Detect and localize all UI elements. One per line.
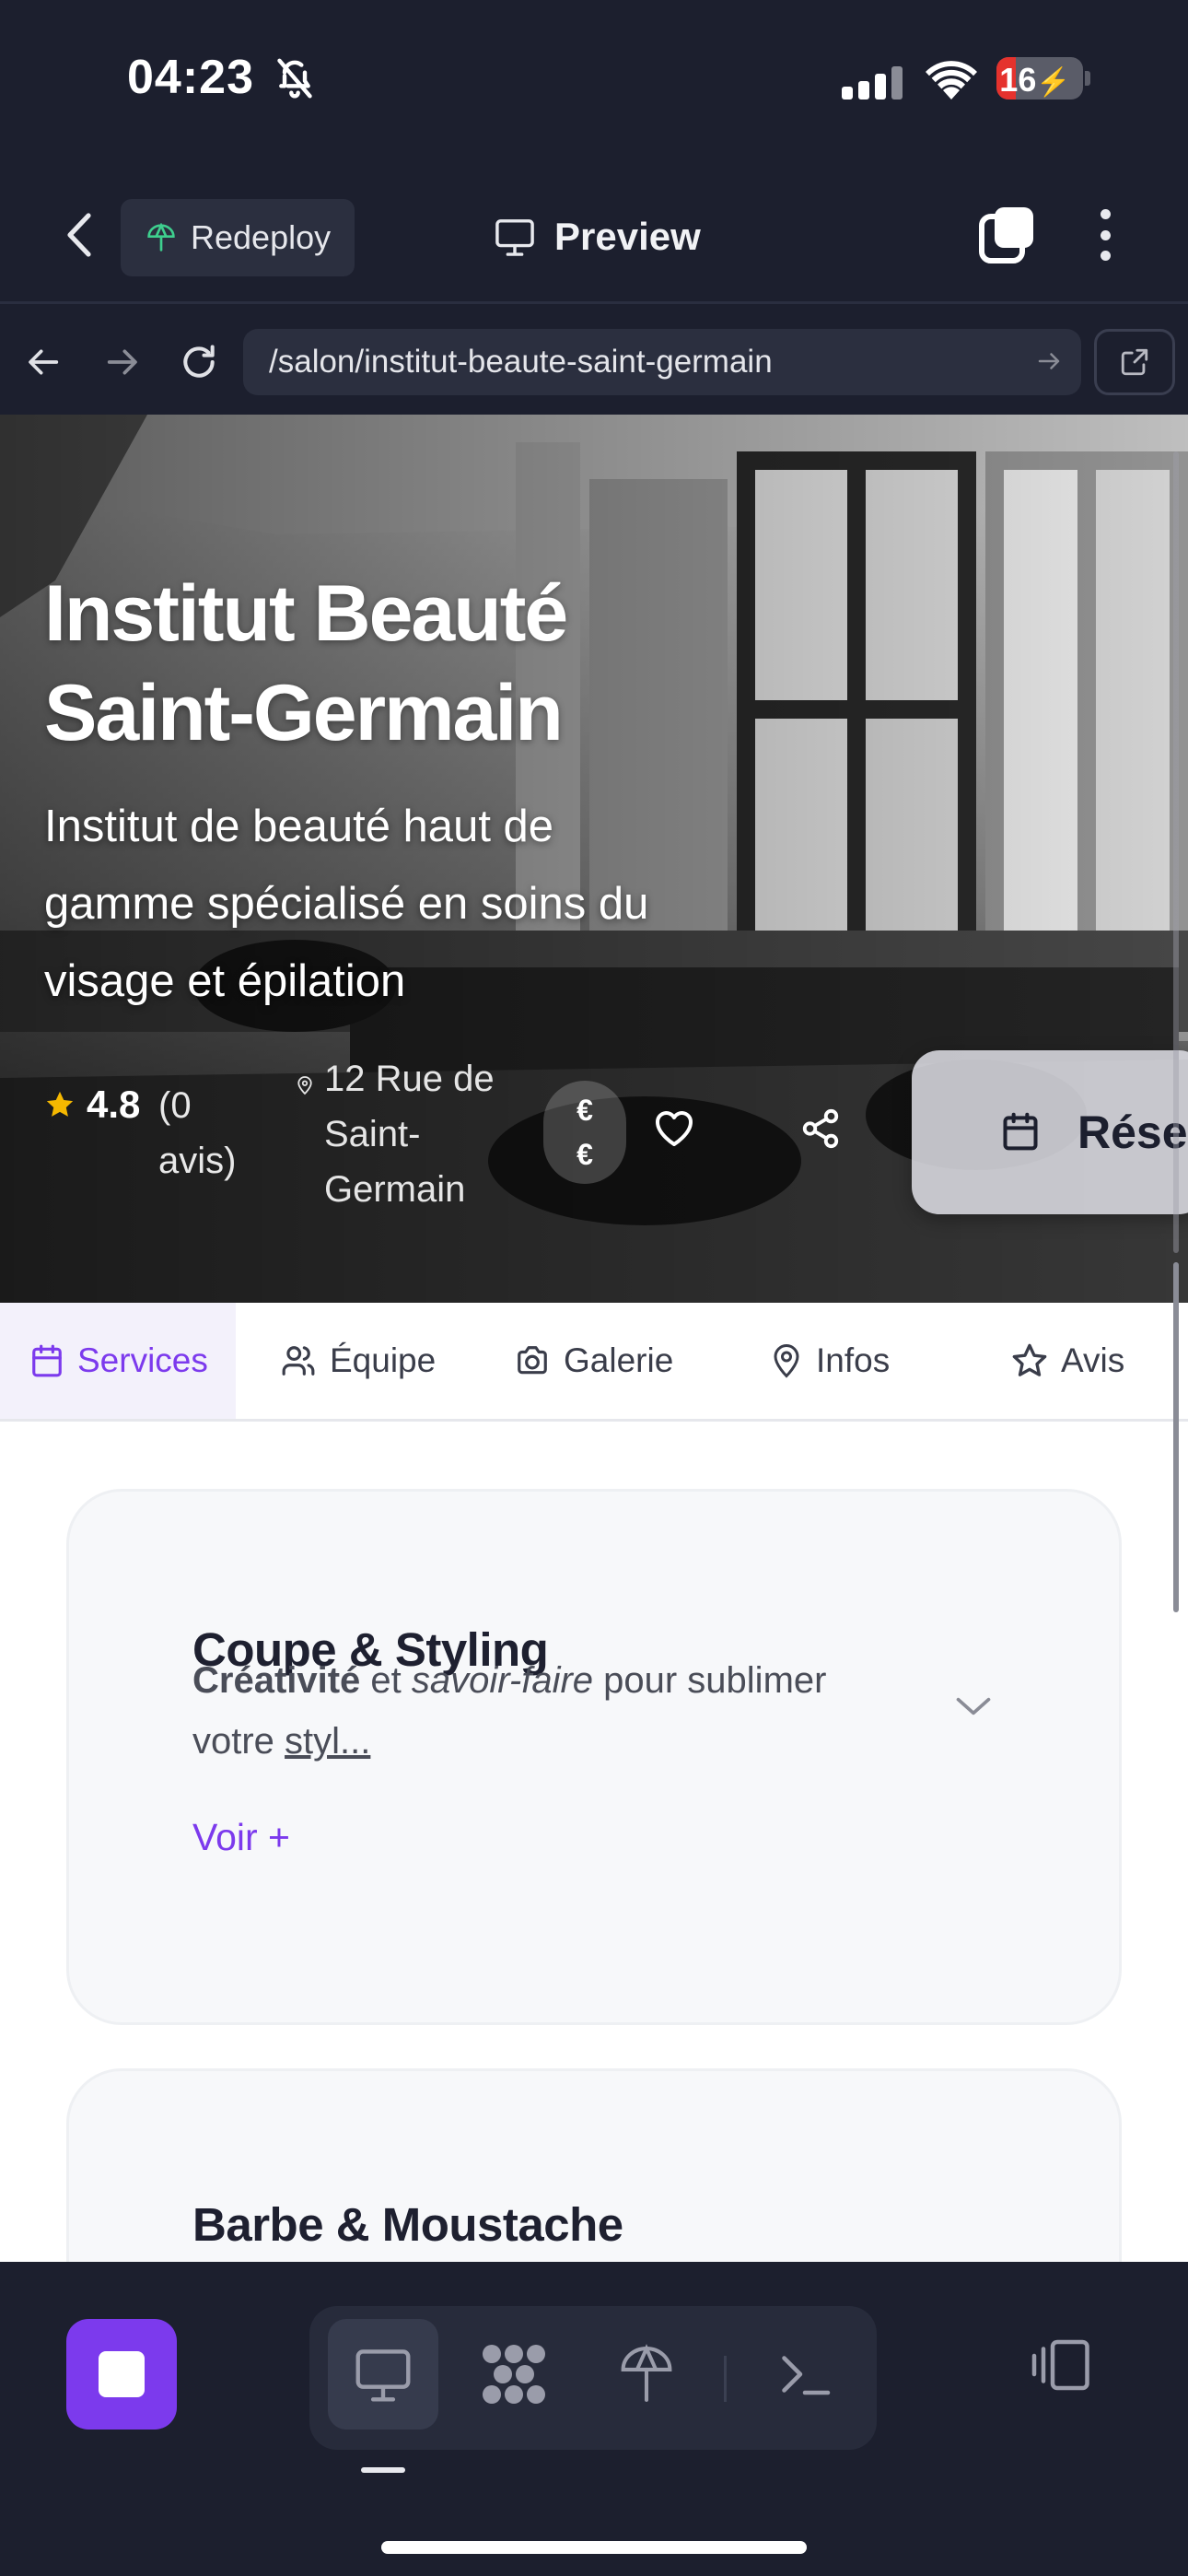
tab-label: Services (77, 1341, 208, 1379)
tab-services[interactable]: Services (0, 1303, 236, 1419)
charging-bolt-icon: ⚡ (1036, 67, 1071, 98)
browser-back-icon[interactable] (17, 334, 72, 390)
chevron-down-icon[interactable] (953, 1694, 994, 1718)
external-link-icon (1119, 346, 1150, 378)
tab-label: Infos (816, 1341, 891, 1379)
deploy-tool-button[interactable] (591, 2319, 702, 2430)
tool-switcher (309, 2306, 877, 2450)
preview-tool-button[interactable] (328, 2319, 438, 2430)
salon-description: Institut de beauté haut de gamme spécial… (44, 802, 649, 1006)
battery-percentage: 16 (999, 61, 1037, 99)
price-level-badge: € € (543, 1081, 626, 1184)
monitor-icon (494, 217, 536, 256)
battery-icon: 16⚡ (996, 57, 1083, 100)
go-arrow-icon[interactable] (1035, 347, 1063, 375)
tabs-switcher-button[interactable] (978, 205, 1037, 264)
rating-value: 4.8 (87, 1083, 141, 1126)
reload-icon[interactable] (171, 334, 227, 390)
see-more-link[interactable]: Voir + (192, 1816, 290, 1859)
home-indicator[interactable] (381, 2541, 807, 2554)
toolbar-divider (724, 2356, 727, 2402)
users-icon (280, 1343, 317, 1378)
hero-section: Institut Beauté Saint-Germain Institut d… (0, 415, 1188, 1303)
book-appointment-button[interactable]: Réserver (912, 1050, 1188, 1214)
desc-text: et (360, 1660, 412, 1701)
map-pin-icon (770, 1342, 803, 1379)
tab-label: Galerie (564, 1341, 674, 1379)
tab-gallery[interactable]: Galerie (514, 1303, 673, 1419)
share-button[interactable] (799, 1107, 842, 1150)
rating: 4.8 (44, 1083, 140, 1127)
browser-forward-icon[interactable] (94, 334, 149, 390)
redeploy-button[interactable]: Redeploy (121, 199, 355, 276)
salon-tab-bar: Services Équipe Galerie Infos Avis (0, 1303, 1188, 1422)
integrations-tool-button[interactable] (459, 2319, 569, 2430)
star-icon (44, 1089, 76, 1120)
app-header: Redeploy Preview (0, 161, 1188, 304)
book-label: Réserver (1077, 1107, 1188, 1158)
review-count[interactable]: (0 avis) (158, 1078, 260, 1188)
service-category-card[interactable]: Coupe & Styling Créativité et savoir-fai… (66, 1489, 1122, 2025)
status-bar: 04:23 16⚡ (0, 0, 1188, 161)
cellular-signal-icon (842, 64, 906, 101)
preview-label: Preview (554, 215, 701, 258)
puzzle-grid-icon (479, 2341, 549, 2407)
heart-icon (652, 1107, 696, 1148)
url-field[interactable]: /salon/institut-beaute-saint-germain (243, 329, 1081, 395)
hero-scroll-indicator (1173, 451, 1179, 1253)
category-title: Barbe & Moustache (192, 2198, 623, 2251)
service-category-card[interactable]: Barbe & Moustache (66, 2068, 1122, 2262)
bell-off-icon (274, 57, 315, 101)
favorite-button[interactable] (652, 1107, 696, 1148)
status-time: 04:23 (127, 51, 254, 104)
bottom-toolbar (0, 2262, 1188, 2576)
salon-title: Institut Beauté Saint-Germain (44, 569, 568, 757)
back-button[interactable] (57, 207, 103, 263)
share-icon (799, 1107, 842, 1150)
monitor-icon (353, 2347, 413, 2402)
tab-label: Avis (1061, 1341, 1125, 1379)
star-outline-icon (1011, 1342, 1048, 1379)
more-options-icon[interactable] (1087, 205, 1124, 264)
umbrella-icon (618, 2344, 675, 2405)
preview-toggle[interactable]: Preview (494, 207, 701, 266)
camera-icon (514, 1343, 551, 1378)
wifi-icon (924, 59, 979, 101)
url-text: /salon/institut-beaute-saint-germain (269, 344, 773, 380)
desc-underline: styl... (285, 1721, 371, 1762)
webview: Institut Beauté Saint-Germain Institut d… (0, 415, 1188, 2262)
tab-reviews[interactable]: Avis (1011, 1303, 1124, 1419)
price-symbol: € (577, 1094, 593, 1127)
active-tool-indicator (361, 2467, 405, 2473)
price-symbol: € (577, 1138, 593, 1171)
calendar-icon (1000, 1111, 1041, 1153)
umbrella-icon (146, 223, 176, 252)
page-scrollbar[interactable] (1173, 1262, 1179, 1612)
terminal-icon (777, 2351, 833, 2397)
address[interactable]: 12 Rue de Saint-Germain (297, 1051, 508, 1217)
category-description: Créativité et savoir-faire pour sublimer… (192, 1650, 892, 1772)
stop-button[interactable] (66, 2319, 177, 2430)
browser-url-bar: /salon/institut-beaute-saint-germain (0, 307, 1188, 415)
address-text: 12 Rue de Saint-Germain (324, 1059, 495, 1210)
tab-team[interactable]: Équipe (280, 1303, 436, 1419)
calendar-icon (29, 1343, 64, 1378)
stop-icon (99, 2351, 145, 2397)
redeploy-label: Redeploy (191, 218, 332, 256)
open-external-button[interactable] (1094, 329, 1175, 395)
desc-italic: savoir-faire (411, 1660, 594, 1701)
map-pin-icon (297, 1051, 313, 1217)
device-frame-icon[interactable] (1030, 2337, 1094, 2393)
terminal-tool-button[interactable] (750, 2319, 860, 2430)
tab-infos[interactable]: Infos (770, 1303, 890, 1419)
battery-cap (1085, 71, 1090, 86)
tab-label: Équipe (330, 1341, 437, 1379)
desc-bold: Créativité (192, 1660, 361, 1701)
